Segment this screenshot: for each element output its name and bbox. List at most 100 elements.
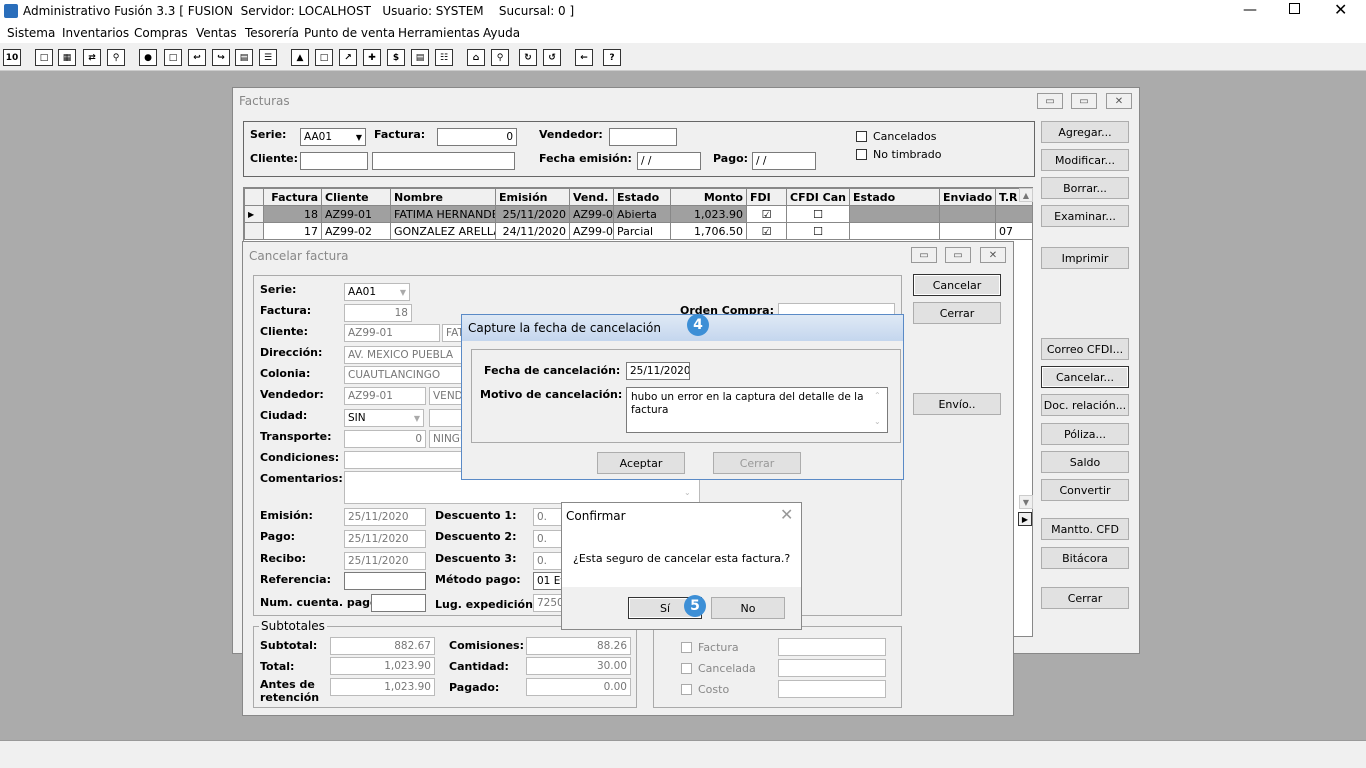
c-antes-input[interactable]: 1,023.90 <box>330 678 435 696</box>
c-comentarios-scroll-down-icon[interactable]: ⌄ <box>684 488 691 497</box>
toolbar-people-icon[interactable]: ▲ <box>291 49 309 66</box>
c-vendedor-input[interactable]: AZ99-01 <box>344 387 426 405</box>
toolbar-money-icon[interactable]: $ <box>387 49 405 66</box>
col-estado[interactable]: Estado <box>613 188 671 206</box>
col-nombre[interactable]: Nombre <box>390 188 496 206</box>
c-factura-input[interactable]: 18 <box>344 304 412 322</box>
c-envio-button[interactable]: Envío.. <box>913 393 1001 415</box>
facturas-close-icon[interactable]: ✕ <box>1106 93 1132 109</box>
toolbar-add-icon[interactable]: ✚ <box>363 49 381 66</box>
correo-cfdi-button[interactable]: Correo CFDI... <box>1041 338 1129 360</box>
toolbar-refresh-icon[interactable]: ↻ <box>519 49 537 66</box>
minimize-icon[interactable]: — <box>1243 2 1257 18</box>
borrar-button[interactable]: Borrar... <box>1041 177 1129 199</box>
facturas-cerrar-button[interactable]: Cerrar <box>1041 587 1129 609</box>
c-pagado-input[interactable]: 0.00 <box>526 678 631 696</box>
cancelar-factura-button[interactable]: Cancelar... <box>1041 366 1129 388</box>
c-descuento3-input[interactable]: 0. <box>533 552 563 570</box>
col-factura[interactable]: Factura <box>263 188 322 206</box>
motivo-cancelacion-textarea[interactable]: hubo un error en la captura del detalle … <box>626 387 888 433</box>
serie-select[interactable]: AA01 ▼ <box>300 128 366 146</box>
c-emision-input[interactable]: 25/11/2020 <box>344 508 426 526</box>
c-costo-checkbox[interactable] <box>681 684 692 695</box>
cancelar-restore-icon[interactable]: ▭ <box>945 247 971 263</box>
toolbar-zoom-icon[interactable]: ⚲ <box>491 49 509 66</box>
c-transporte-input[interactable]: 0 <box>344 430 426 448</box>
c-condiciones-input[interactable] <box>344 451 466 469</box>
motivo-scroll-up-icon[interactable]: ⌃ <box>874 391 881 400</box>
c-cancelada-check-input[interactable] <box>778 659 886 677</box>
toolbar-undo-icon[interactable]: ↺ <box>543 49 561 66</box>
pago-input[interactable]: / / <box>752 152 816 170</box>
aceptar-button[interactable]: Aceptar <box>597 452 685 474</box>
c-comisiones-input[interactable]: 88.26 <box>526 637 631 655</box>
col-emision[interactable]: Emisión <box>495 188 570 206</box>
cancelar-close-icon[interactable]: ✕ <box>980 247 1006 263</box>
c-factura-checkbox[interactable] <box>681 642 692 653</box>
confirmar-close-icon[interactable]: ✕ <box>780 505 793 524</box>
c-cliente-input[interactable]: AZ99-01 <box>344 324 440 342</box>
c-ciudad-select[interactable]: SIN ▼ <box>344 409 424 427</box>
toolbar-transfer-icon[interactable]: ⇄ <box>83 49 101 66</box>
col-cfdi-can[interactable]: CFDI Can <box>786 188 850 206</box>
mantto-cfd-button[interactable]: Mantto. CFD <box>1041 518 1129 540</box>
c-factura-check-input[interactable] <box>778 638 886 656</box>
toolbar-search-icon[interactable]: ⚲ <box>107 49 125 66</box>
toolbar-doc-icon[interactable]: ▦ <box>58 49 76 66</box>
no-button[interactable]: No <box>711 597 785 619</box>
facturas-restore-icon[interactable]: ▭ <box>1071 93 1097 109</box>
toolbar-calc-icon[interactable]: 10 <box>3 49 21 66</box>
c-total-input[interactable]: 1,023.90 <box>330 657 435 675</box>
col-estado2[interactable]: Estado <box>849 188 940 206</box>
cancelados-checkbox[interactable] <box>856 131 867 142</box>
no-timbrado-checkbox[interactable] <box>856 149 867 160</box>
c-recibo-input[interactable]: 25/11/2020 <box>344 552 426 570</box>
doc-relacion-button[interactable]: Doc. relación... <box>1041 394 1129 416</box>
grid-scroll-down-icon[interactable]: ▼ <box>1019 495 1033 509</box>
toolbar-box2-icon[interactable]: □ <box>315 49 333 66</box>
toolbar-table-icon[interactable]: ☷ <box>435 49 453 66</box>
examinar-button[interactable]: Examinar... <box>1041 205 1129 227</box>
menu-compras[interactable]: Compras <box>134 26 188 40</box>
col-vend[interactable]: Vend. <box>569 188 614 206</box>
c-cancelada-checkbox[interactable] <box>681 663 692 674</box>
table-row[interactable]: ▶ 18 AZ99-01 FATIMA HERNANDEZ 25/11/2020… <box>244 205 1032 223</box>
cancelar-minimize-icon[interactable]: ▭ <box>911 247 937 263</box>
convertir-button[interactable]: Convertir <box>1041 479 1129 501</box>
toolbar-home-icon[interactable]: ⌂ <box>467 49 485 66</box>
menu-inventarios[interactable]: Inventarios <box>62 26 129 40</box>
cliente-nombre-input[interactable] <box>372 152 515 170</box>
menu-ventas[interactable]: Ventas <box>196 26 237 40</box>
c-direccion-input[interactable]: AV. MEXICO PUEBLA <box>344 346 466 364</box>
c-num-cuenta-input[interactable] <box>371 594 426 612</box>
poliza-button[interactable]: Póliza... <box>1041 423 1129 445</box>
c-metodo-pago-select[interactable]: 01 Ef <box>533 572 563 590</box>
toolbar-user-icon[interactable]: ● <box>139 49 157 66</box>
cliente-input[interactable] <box>300 152 368 170</box>
grid-scroll-right-icon[interactable]: ▶ <box>1018 512 1032 526</box>
toolbar-back-icon[interactable]: ← <box>575 49 593 66</box>
imprimir-button[interactable]: Imprimir <box>1041 247 1129 269</box>
table-row[interactable]: 17 AZ99-02 GONZALEZ ARELLAN 24/11/2020 A… <box>244 222 1032 240</box>
toolbar-doc-in-icon[interactable]: ↩ <box>188 49 206 66</box>
c-pago-input[interactable]: 25/11/2020 <box>344 530 426 548</box>
toolbar-doc-out-icon[interactable]: ↪ <box>212 49 230 66</box>
menu-ayuda[interactable]: Ayuda <box>483 26 520 40</box>
col-cliente[interactable]: Cliente <box>321 188 391 206</box>
c-cerrar-button[interactable]: Cerrar <box>913 302 1001 324</box>
c-colonia-input[interactable]: CUAUTLANCINGO <box>344 366 466 384</box>
agregar-button[interactable]: Agregar... <box>1041 121 1129 143</box>
restore-icon[interactable] <box>1289 3 1300 14</box>
vendedor-input[interactable] <box>609 128 677 146</box>
toolbar-report-icon[interactable]: ▤ <box>411 49 429 66</box>
col-monto[interactable]: Monto <box>670 188 747 206</box>
close-icon[interactable]: ✕ <box>1334 0 1347 19</box>
factura-input[interactable]: 0 <box>437 128 517 146</box>
motivo-scroll-down-icon[interactable]: ⌄ <box>874 417 881 426</box>
col-enviado[interactable]: Enviado <box>939 188 996 206</box>
c-descuento2-input[interactable]: 0. <box>533 530 563 548</box>
toolbar-help-icon[interactable]: ? <box>603 49 621 66</box>
toolbar-copy-icon[interactable]: □ <box>35 49 53 66</box>
c-referencia-input[interactable] <box>344 572 426 590</box>
c-lugar-expedicion-input[interactable]: 7250 <box>533 594 563 612</box>
